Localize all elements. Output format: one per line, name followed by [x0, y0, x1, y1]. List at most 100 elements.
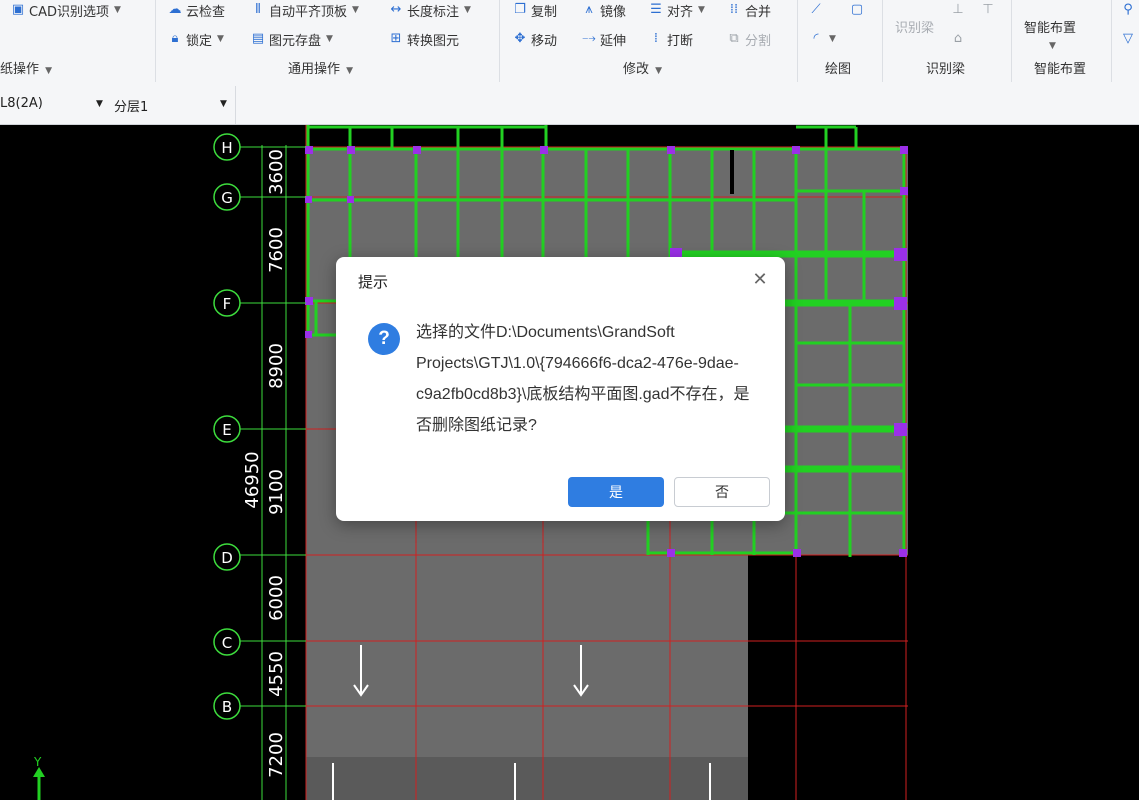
- layer-select-value: 分层1: [114, 100, 149, 115]
- cad-icon: ▣: [11, 2, 25, 17]
- axis-bubble-h: H: [213, 133, 241, 161]
- extra-tool-button[interactable]: ⚲: [1120, 0, 1136, 20]
- svg-text:H: H: [221, 139, 232, 157]
- chevron-down-icon[interactable]: ▼: [220, 99, 227, 109]
- length-dim-button[interactable]: ↔ 长度标注 ▼: [388, 0, 471, 20]
- copy-button[interactable]: ❐ 复制: [512, 0, 557, 20]
- extend-button[interactable]: ⤍ 延伸: [581, 29, 626, 49]
- cloud-check-button[interactable]: ☁ 云检查: [167, 0, 226, 20]
- smart-layout-button[interactable]: 智能布置: [1024, 16, 1076, 36]
- smart-layout-dropdown[interactable]: ▼: [1047, 36, 1056, 56]
- element-disk-label: 图元存盘: [269, 33, 322, 49]
- lock-button[interactable]: 🔒︎ 锁定 ▼: [167, 29, 224, 49]
- chevron-down-icon[interactable]: ▼: [96, 99, 103, 109]
- question-icon: ?: [368, 323, 400, 355]
- convert-icon: ⊞: [390, 31, 402, 46]
- beam-tool-icon-c[interactable]: ⌂: [950, 29, 966, 49]
- spacing-label: 9100: [266, 469, 287, 515]
- opening: [730, 150, 734, 194]
- svg-text:G: G: [221, 189, 233, 207]
- auto-align-slab-button[interactable]: ⫴ 自动平齐顶板 ▼: [250, 0, 359, 20]
- spacing-label: 7200: [266, 732, 287, 778]
- group-general-ops[interactable]: 通用操作 ▼: [288, 58, 353, 77]
- element-disk-button[interactable]: ▤ 图元存盘 ▼: [250, 29, 333, 49]
- mirror-icon: ⩚: [585, 2, 593, 17]
- svg-text:C: C: [222, 634, 232, 652]
- chevron-down-icon: ▼: [326, 34, 333, 44]
- extend-label: 延伸: [600, 33, 627, 49]
- no-button[interactable]: 否: [674, 477, 770, 507]
- convert-element-button[interactable]: ⊞ 转换图元: [388, 29, 459, 49]
- chevron-down-icon: ▼: [1049, 41, 1056, 51]
- chevron-down-icon: ▼: [464, 5, 471, 15]
- tool-icon: ⚲: [1123, 2, 1133, 17]
- identify-beam-button-label: 识别梁: [895, 20, 935, 36]
- divider: [155, 0, 156, 82]
- layer-bar: L8(2A) ▼ 分层1 ▼: [0, 86, 1139, 125]
- y-axis-label: Y: [33, 755, 42, 769]
- cad-options-button[interactable]: ▣ CAD识别选项 ▼: [10, 0, 121, 20]
- divider: [235, 86, 236, 124]
- yes-button[interactable]: 是: [568, 477, 664, 507]
- chevron-down-icon: ▼: [698, 5, 705, 15]
- beam-check-icon: ⊥: [952, 2, 964, 17]
- group-general-ops-label: 通用操作: [288, 62, 341, 77]
- total-dimension-label: 46950: [242, 451, 263, 508]
- axis-bubble-g: G: [213, 183, 241, 211]
- group-draw: 绘图: [825, 58, 851, 77]
- axis-bubble-e: E: [213, 415, 241, 443]
- svg-text:D: D: [221, 549, 233, 567]
- prompt-dialog: 提示 ✕ ? 选择的文件D:\Documents\GrandSoft Proje…: [336, 257, 785, 521]
- move-button[interactable]: ✥ 移动: [512, 29, 557, 49]
- divider: [1111, 0, 1112, 82]
- break-button[interactable]: ⁞ 打断: [648, 29, 693, 49]
- identify-beam-button[interactable]: 识别梁: [895, 16, 934, 36]
- rectangle-icon: ▢: [850, 2, 864, 17]
- layer-select[interactable]: 分层1: [114, 96, 148, 115]
- smart-layout-button-label: 智能布置: [1024, 20, 1077, 36]
- element-select-value: L8(2A): [0, 96, 43, 111]
- element-select[interactable]: L8(2A): [0, 96, 43, 111]
- ribbon-toolbar: ▣ CAD识别选项 ▼ 纸操作 ▼ ☁ 云检查 ⫴ 自动平齐顶板 ▼ ↔ 长度标…: [0, 0, 1139, 87]
- extra-tool-button-2[interactable]: ▽: [1120, 29, 1136, 49]
- spacing-label: 3600: [266, 149, 287, 195]
- beam-tool-icon-b[interactable]: ⊤: [980, 0, 996, 20]
- save-element-icon: ▤: [251, 31, 265, 46]
- rect-tool-button[interactable]: ▢: [849, 0, 865, 20]
- move-icon: ✥: [514, 31, 526, 46]
- group-modify[interactable]: 修改 ▼: [623, 58, 662, 77]
- auto-align-slab-label: 自动平齐顶板: [269, 4, 348, 20]
- beam-tool-icon-a[interactable]: ⊥: [950, 0, 966, 20]
- chevron-down-icon: ▼: [346, 66, 354, 76]
- svg-text:F: F: [223, 295, 232, 313]
- chevron-down-icon: ▼: [45, 66, 53, 76]
- dialog-message: 选择的文件D:\Documents\GrandSoft Projects\GTJ…: [416, 324, 750, 434]
- split-icon: ⧉: [729, 31, 739, 46]
- spacing-label: 7600: [266, 227, 287, 273]
- arc-icon: ◜: [813, 31, 819, 46]
- mirror-button[interactable]: ⩚ 镜像: [581, 0, 626, 20]
- split-button[interactable]: ⧉ 分割: [726, 29, 771, 49]
- chevron-down-icon: ▼: [217, 34, 224, 44]
- arc-tool-button[interactable]: ◜ ▼: [808, 29, 836, 49]
- align-button[interactable]: ☰ 对齐 ▼: [648, 0, 705, 20]
- divider: [499, 0, 500, 82]
- svg-text:B: B: [222, 698, 232, 716]
- axis-bubble-d: D: [213, 543, 241, 571]
- convert-element-label: 转换图元: [407, 33, 460, 49]
- spacing-label: 8900: [266, 343, 287, 389]
- line-tool-button[interactable]: ⟋: [808, 0, 824, 20]
- beam-edit-icon: ⊤: [982, 2, 994, 17]
- merge-icon: ⁞⁞: [729, 2, 739, 17]
- chevron-down-icon: ▼: [829, 34, 836, 44]
- svg-text:E: E: [222, 421, 231, 439]
- group-drawing-ops[interactable]: 纸操作 ▼: [0, 58, 52, 77]
- spacing-label: 6000: [266, 575, 287, 621]
- break-icon: ⁞: [653, 31, 659, 46]
- group-smart-layout-label: 智能布置: [1034, 62, 1087, 77]
- group-drawing-ops-label: 纸操作: [0, 62, 40, 77]
- close-icon[interactable]: ✕: [750, 269, 770, 289]
- chevron-down-icon: ▼: [655, 66, 663, 76]
- merge-button[interactable]: ⁞⁞ 合并: [726, 0, 771, 20]
- divider: [1011, 0, 1012, 82]
